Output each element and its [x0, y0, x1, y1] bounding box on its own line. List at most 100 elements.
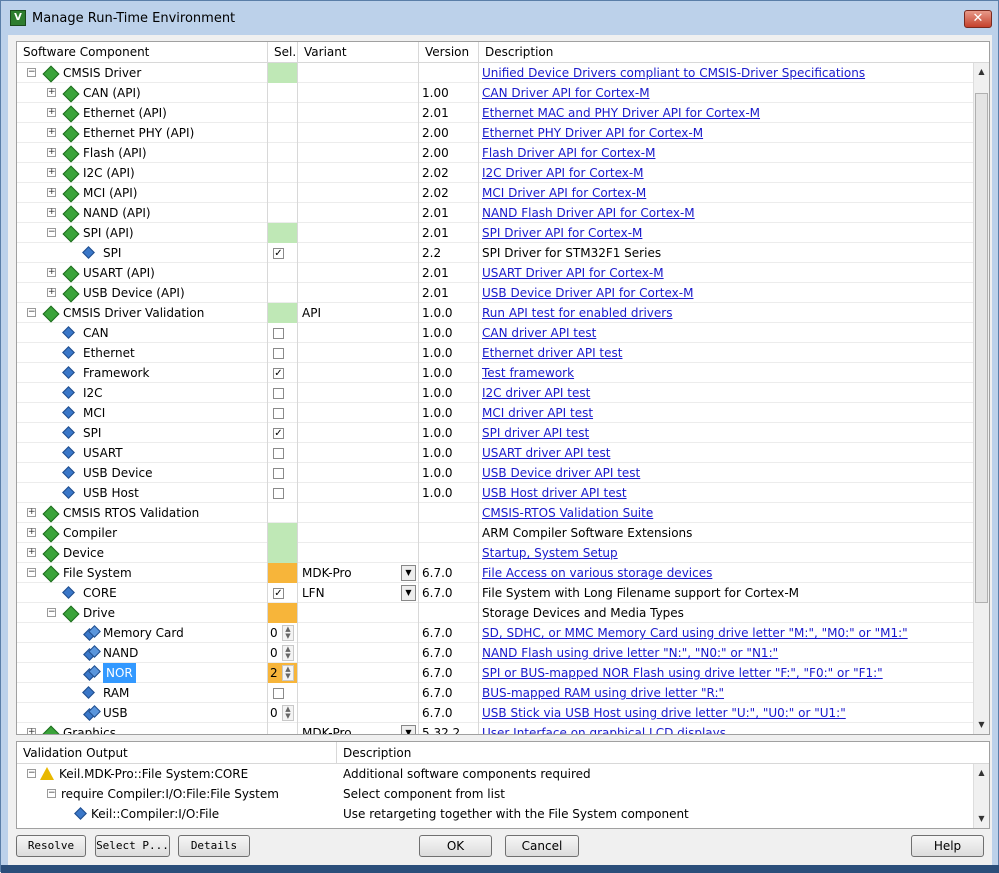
collapse-icon[interactable]: −: [27, 68, 36, 77]
expand-icon[interactable]: +: [47, 188, 56, 197]
component-row[interactable]: + USART (API) 2.01 USART Driver API for Cor…: [17, 263, 975, 283]
component-row[interactable]: CAN 1.0.0 CAN driver API test: [17, 323, 975, 343]
description-link[interactable]: SPI or BUS-mapped NOR Flash using drive …: [482, 666, 883, 680]
sel-cell[interactable]: [268, 203, 298, 223]
select-checkbox[interactable]: [273, 348, 284, 359]
component-row[interactable]: − Drive Storage Devices and Media Types: [17, 603, 975, 623]
scroll-up-icon[interactable]: ▲: [975, 766, 988, 780]
sel-cell[interactable]: 0 ▲ ▼: [268, 643, 298, 663]
instance-spinner[interactable]: 2 ▲ ▼: [268, 664, 296, 682]
sel-cell[interactable]: [268, 103, 298, 123]
sel-cell[interactable]: [268, 83, 298, 103]
component-row[interactable]: + Ethernet PHY (API) 2.00 Ethernet PHY Driv…: [17, 123, 975, 143]
select-checkbox[interactable]: [273, 388, 284, 399]
expand-icon[interactable]: +: [47, 108, 56, 117]
select-checkbox[interactable]: [273, 328, 284, 339]
sel-cell[interactable]: [268, 263, 298, 283]
sel-cell[interactable]: [268, 343, 298, 363]
description-link[interactable]: Startup, System Setup: [482, 546, 618, 560]
component-row[interactable]: + MCI (API) 2.02 MCI Driver API for Cortex-…: [17, 183, 975, 203]
description-link[interactable]: CAN Driver API for Cortex-M: [482, 86, 650, 100]
sel-cell[interactable]: [268, 183, 298, 203]
sel-cell[interactable]: [268, 463, 298, 483]
description-link[interactable]: I2C Driver API for Cortex-M: [482, 166, 644, 180]
header-sel[interactable]: Sel.: [268, 42, 298, 63]
expand-icon[interactable]: +: [47, 268, 56, 277]
select-checkbox[interactable]: ✓: [273, 248, 284, 259]
component-row[interactable]: − CMSIS Driver Validation API 1.0.0 Run API …: [17, 303, 975, 323]
expand-icon[interactable]: +: [27, 528, 36, 537]
sel-cell[interactable]: 0 ▲ ▼: [268, 703, 298, 723]
component-row[interactable]: − SPI (API) 2.01 SPI Driver API for Cortex-…: [17, 223, 975, 243]
description-link[interactable]: SPI Driver API for Cortex-M: [482, 226, 642, 240]
scroll-up-icon[interactable]: ▲: [975, 65, 988, 79]
description-link[interactable]: NAND Flash using drive letter "N:", "N0:…: [482, 646, 778, 660]
validation-row[interactable]: − require Compiler:I/O:File:File System Se…: [17, 784, 973, 804]
description-link[interactable]: Ethernet MAC and PHY Driver API for Cort…: [482, 106, 760, 120]
select-checkbox[interactable]: ✓: [273, 368, 284, 379]
collapse-icon[interactable]: −: [47, 608, 56, 617]
sel-cell[interactable]: [268, 163, 298, 183]
component-row[interactable]: + CAN (API) 1.00 CAN Driver API for Cortex-…: [17, 83, 975, 103]
component-row[interactable]: − CMSIS Driver Unified Device Drivers comp…: [17, 63, 975, 83]
sel-cell[interactable]: [268, 303, 298, 323]
expand-icon[interactable]: +: [47, 288, 56, 297]
sel-cell[interactable]: [268, 143, 298, 163]
sel-cell[interactable]: [268, 63, 298, 83]
header-version[interactable]: Version: [419, 42, 479, 63]
description-link[interactable]: USB Device Driver API for Cortex-M: [482, 286, 693, 300]
component-row[interactable]: USB 0 ▲ ▼ 6.7.0 USB Stick via USB Host using …: [17, 703, 975, 723]
ok-button[interactable]: OK: [419, 835, 492, 857]
expand-icon[interactable]: +: [27, 508, 36, 517]
sel-cell[interactable]: ✓: [268, 363, 298, 383]
sel-cell[interactable]: 0 ▲ ▼: [268, 623, 298, 643]
instance-spinner[interactable]: 0 ▲ ▼: [268, 704, 296, 722]
spinner-arrows-icon[interactable]: ▲ ▼: [282, 705, 294, 721]
sel-cell[interactable]: ✓: [268, 243, 298, 263]
cancel-button[interactable]: Cancel: [505, 835, 579, 857]
component-row[interactable]: + NAND (API) 2.01 NAND Flash Driver API for…: [17, 203, 975, 223]
collapse-icon[interactable]: −: [47, 789, 56, 798]
sel-cell[interactable]: [268, 323, 298, 343]
scroll-thumb[interactable]: [975, 93, 988, 603]
instance-spinner[interactable]: 0 ▲ ▼: [268, 644, 296, 662]
component-row[interactable]: USB Device 1.0.0 USB Device driver API tes…: [17, 463, 975, 483]
select-checkbox[interactable]: [273, 408, 284, 419]
sel-cell[interactable]: [268, 443, 298, 463]
description-link[interactable]: CAN driver API test: [482, 326, 596, 340]
expand-icon[interactable]: +: [27, 548, 36, 557]
description-link[interactable]: MCI driver API test: [482, 406, 593, 420]
description-link[interactable]: User Interface on graphical LCD displays: [482, 726, 726, 734]
header-description[interactable]: Description: [479, 42, 989, 63]
sel-cell[interactable]: [268, 483, 298, 503]
component-row[interactable]: Memory Card 0 ▲ ▼ 6.7.0 SD, SDHC, or MMC Memo…: [17, 623, 975, 643]
component-row[interactable]: CORE ✓ LFN ▼ 6.7.0 File System with Long File…: [17, 583, 975, 603]
chevron-down-icon[interactable]: ▼: [401, 565, 416, 581]
component-row[interactable]: − File System MDK-Pro ▼ 6.7.0 File Access on …: [17, 563, 975, 583]
description-link[interactable]: File Access on various storage devices: [482, 566, 712, 580]
sel-cell[interactable]: [268, 723, 298, 734]
expand-icon[interactable]: +: [27, 728, 36, 734]
spinner-arrows-icon[interactable]: ▲ ▼: [282, 645, 294, 661]
sel-cell[interactable]: [268, 543, 298, 563]
description-link[interactable]: USART Driver API for Cortex-M: [482, 266, 664, 280]
select-checkbox[interactable]: ✓: [273, 428, 284, 439]
description-link[interactable]: Ethernet driver API test: [482, 346, 622, 360]
help-button[interactable]: Help: [911, 835, 984, 857]
collapse-icon[interactable]: −: [27, 568, 36, 577]
sel-cell[interactable]: [268, 503, 298, 523]
variant-cell[interactable]: LFN ▼: [298, 583, 419, 603]
component-row[interactable]: + Device Startup, System Setup: [17, 543, 975, 563]
sel-cell[interactable]: [268, 223, 298, 243]
component-row[interactable]: + Compiler ARM Compiler Software Extension…: [17, 523, 975, 543]
description-link[interactable]: Test framework: [482, 366, 574, 380]
description-link[interactable]: USB Host driver API test: [482, 486, 627, 500]
grid-scrollbar[interactable]: ▲ ▼: [973, 63, 989, 734]
spinner-arrows-icon[interactable]: ▲ ▼: [282, 665, 294, 681]
component-row[interactable]: + Ethernet (API) 2.01 Ethernet MAC and PHY …: [17, 103, 975, 123]
sel-cell[interactable]: [268, 683, 298, 703]
description-link[interactable]: Unified Device Drivers compliant to CMSI…: [482, 66, 865, 80]
sel-cell[interactable]: [268, 563, 298, 583]
description-link[interactable]: I2C driver API test: [482, 386, 590, 400]
scroll-down-icon[interactable]: ▼: [975, 812, 988, 826]
